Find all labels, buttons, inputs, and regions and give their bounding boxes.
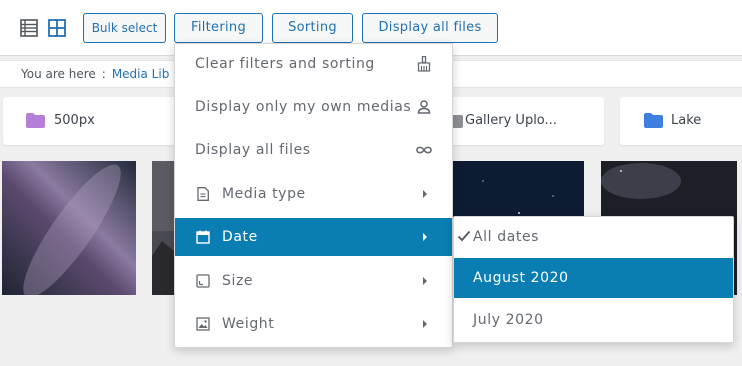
list-view-icon[interactable]: [20, 19, 38, 37]
menu-item-label: Weight: [222, 316, 275, 332]
menu-item-display-all-files[interactable]: Display all files: [175, 131, 452, 169]
chevron-right-icon: [423, 277, 427, 285]
menu-item-own-medias[interactable]: Display only my own medias: [175, 88, 452, 126]
resize-icon: [196, 274, 210, 288]
menu-item-label: Date: [222, 229, 258, 245]
checkmark-icon: [457, 230, 471, 242]
media-thumbnail[interactable]: [2, 161, 136, 295]
folder-label: Lake: [671, 113, 702, 128]
chevron-right-icon: [423, 190, 427, 198]
bulk-select-button[interactable]: Bulk select: [83, 13, 166, 43]
document-icon: [197, 187, 209, 201]
milky-way-image: [2, 161, 136, 295]
menu-item-size[interactable]: Size: [175, 262, 452, 300]
menu-item-label: Media type: [222, 186, 306, 202]
menu-item-label: Clear filters and sorting: [195, 56, 375, 72]
folder-icon: [644, 113, 663, 128]
infinity-icon: [416, 146, 432, 154]
mountain-image: [152, 161, 174, 295]
folder-label: Gallery Uplo...: [465, 113, 557, 128]
filtering-menu: Clear filters and sorting Display only m…: [174, 43, 453, 348]
user-icon: [417, 100, 431, 114]
chevron-right-icon: [423, 233, 427, 241]
submenu-item-all-dates[interactable]: All dates: [454, 217, 733, 257]
grid-view-icon[interactable]: [48, 19, 66, 37]
folder-lake[interactable]: Lake: [620, 97, 742, 145]
broom-icon: [417, 56, 431, 72]
folder-icon: [26, 113, 45, 128]
calendar-icon: [196, 230, 210, 244]
folder-label: 500px: [54, 113, 95, 128]
sorting-button[interactable]: Sorting: [272, 13, 353, 43]
submenu-item-label: August 2020: [473, 270, 569, 286]
chevron-right-icon: [423, 320, 427, 328]
breadcrumb-prefix: You are here: [21, 67, 96, 81]
menu-item-clear-filters[interactable]: Clear filters and sorting: [175, 45, 452, 83]
menu-item-media-type[interactable]: Media type: [175, 175, 452, 213]
folder-gallery-uploads[interactable]: Gallery Uplo...: [437, 97, 604, 145]
menu-item-weight[interactable]: Weight: [175, 305, 452, 343]
menu-item-label: Display all files: [195, 142, 311, 158]
media-thumbnail[interactable]: [152, 161, 174, 295]
submenu-item-label: All dates: [473, 229, 540, 245]
menu-item-date[interactable]: Date: [175, 218, 452, 256]
menu-item-label: Display only my own medias: [195, 99, 412, 115]
submenu-item-august-2020[interactable]: August 2020: [454, 258, 733, 298]
submenu-item-july-2020[interactable]: July 2020: [454, 300, 733, 340]
breadcrumb-link-media-library[interactable]: Media Lib: [112, 67, 170, 81]
submenu-item-label: July 2020: [473, 312, 544, 328]
image-icon: [196, 317, 210, 331]
menu-item-label: Size: [222, 273, 254, 289]
date-submenu: All dates August 2020 July 2020: [453, 216, 734, 343]
folder-500px[interactable]: 500px: [3, 97, 203, 145]
breadcrumb-separator: :: [101, 67, 106, 81]
filtering-button[interactable]: Filtering: [174, 13, 263, 43]
display-all-files-button[interactable]: Display all files: [362, 13, 498, 43]
